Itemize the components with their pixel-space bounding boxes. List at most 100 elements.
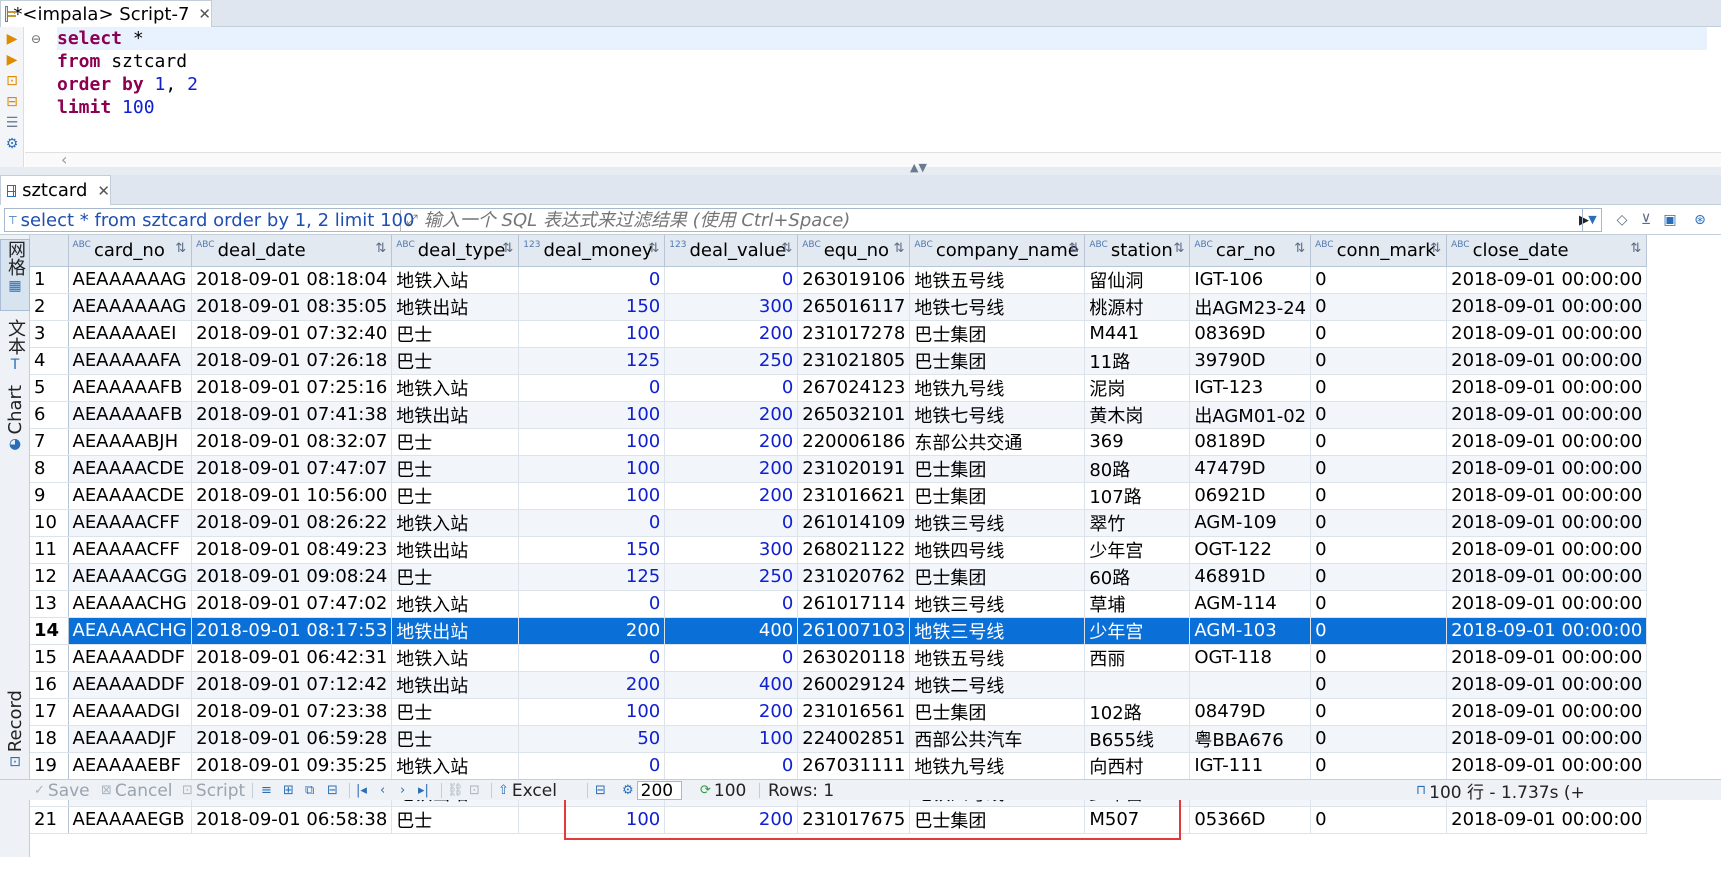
cell-close-date[interactable]: 2018-09-01 00:00:00 [1446,644,1648,672]
load-plan-icon[interactable]: ⊟ [4,94,20,110]
cell-card-no[interactable]: AEAAAADJF [68,725,193,753]
cell-equ-no[interactable]: 267031111 [797,752,911,780]
cell-conn-mark[interactable]: 0 [1310,725,1448,753]
table-row[interactable]: 17 AEAAAADGI 2018-09-01 07:23:38 巴士 100 200 23… [30,698,1648,726]
previous-row-button[interactable]: ‹ [380,780,385,801]
row-number[interactable]: 10 [30,509,69,537]
cell-equ-no[interactable]: 265032101 [797,401,911,429]
row-number[interactable]: 4 [30,347,69,375]
cell-deal-type[interactable]: 巴士 [391,563,520,591]
close-icon[interactable]: ✕ [198,5,211,23]
cell-station[interactable]: 西丽 [1084,644,1191,672]
cell-conn-mark[interactable]: 0 [1310,428,1448,456]
cell-company-name[interactable]: 地铁九号线 [909,374,1086,402]
cell-equ-no[interactable]: 268021122 [797,536,911,564]
column-header-deal-value[interactable]: 123 deal_value ⇅ [664,235,799,267]
cell-deal-value[interactable]: 200 [664,698,799,726]
cell-deal-date[interactable]: 2018-09-01 06:42:31 [191,644,393,672]
pin-button[interactable]: ⊡ [469,780,480,801]
cell-deal-money[interactable]: 0 [518,590,666,618]
table-row[interactable]: 2 AEAAAAAAG 2018-09-01 08:35:05 地铁出站 150 300 2… [30,293,1648,321]
script-button[interactable]: ⊡ Script [182,780,245,801]
cell-equ-no[interactable]: 231017675 [797,806,911,834]
fetch-size-input[interactable] [636,781,682,800]
table-row[interactable]: 5 AEAAAAAFB 2018-09-01 07:25:16 地铁入站 0 0 26702… [30,374,1648,402]
cell-card-no[interactable]: AEAAAAAFB [68,374,193,402]
cell-car-no[interactable]: 39790D [1189,347,1312,375]
cell-station[interactable]: 107路 [1084,482,1191,510]
row-number[interactable]: 11 [30,536,69,564]
row-number[interactable]: 15 [30,644,69,672]
row-number[interactable]: 5 [30,374,69,402]
cell-deal-value[interactable]: 200 [664,482,799,510]
cell-deal-money[interactable]: 100 [518,455,666,483]
cell-equ-no[interactable]: 220006186 [797,428,911,456]
result-tab-sztcard[interactable]: sztcard ✕ [0,175,111,205]
cell-card-no[interactable]: AEAAAAAFB [68,401,193,429]
cell-station[interactable]: 60路 [1084,563,1191,591]
column-header-deal-type[interactable]: ABC deal_type ⇅ [391,235,520,267]
cell-conn-mark[interactable]: 0 [1310,644,1448,672]
delete-row-button[interactable]: ⊟ [327,780,338,801]
cell-deal-value[interactable]: 200 [664,428,799,456]
cell-station[interactable]: 向西村 [1084,752,1191,780]
side-tab-grid[interactable]: 网格 ▦ [0,239,30,311]
cell-car-no[interactable]: 06921D [1189,482,1312,510]
table-row[interactable]: 8 AEAAAACDE 2018-09-01 07:47:07 巴士 100 200 231… [30,455,1648,483]
editor-horizontal-scrollbar[interactable]: ‹ [25,150,1721,169]
panels-toggle-icon[interactable]: ⊛ [1692,212,1708,228]
cell-deal-type[interactable]: 地铁入站 [391,509,520,537]
cell-close-date[interactable]: 2018-09-01 00:00:00 [1446,725,1648,753]
table-row[interactable]: 21 AEAAAAEGB 2018-09-01 06:58:38 巴士 100 200 23… [30,806,1648,834]
cell-conn-mark[interactable]: 0 [1310,509,1448,537]
cell-station[interactable]: M507 [1084,806,1191,834]
cell-deal-money[interactable]: 0 [518,374,666,402]
cell-equ-no[interactable]: 263019106 [797,266,911,294]
cell-card-no[interactable]: AEAAAACHG [68,590,193,618]
cell-deal-money[interactable]: 125 [518,563,666,591]
cell-deal-money[interactable]: 100 [518,482,666,510]
cell-card-no[interactable]: AEAAAAEGB [68,806,193,834]
cell-equ-no[interactable]: 231020191 [797,455,911,483]
cell-deal-type[interactable]: 地铁入站 [391,644,520,672]
cell-company-name[interactable]: 地铁三号线 [909,590,1086,618]
execute-statement-icon[interactable]: ▶ [4,31,20,47]
cell-deal-date[interactable]: 2018-09-01 08:26:22 [191,509,393,537]
cell-card-no[interactable]: AEAAAACFF [68,509,193,537]
cell-deal-date[interactable]: 2018-09-01 07:12:42 [191,671,393,699]
cell-deal-type[interactable]: 地铁出站 [391,293,520,321]
cell-deal-value[interactable]: 300 [664,536,799,564]
cell-equ-no[interactable]: 265016117 [797,293,911,321]
next-row-button[interactable]: › [400,780,405,801]
sort-filter-icon[interactable]: ⇅ [1630,241,1641,256]
cell-car-no[interactable]: AGM-114 [1189,590,1312,618]
cell-car-no[interactable]: IGT-111 [1189,752,1312,780]
cell-deal-date[interactable]: 2018-09-01 06:58:38 [191,806,393,834]
cell-conn-mark[interactable]: 0 [1310,806,1448,834]
cell-card-no[interactable]: AEAAAAAEI [68,320,193,348]
filter-expression-input[interactable] [423,209,1579,231]
cell-company-name[interactable]: 地铁四号线 [909,536,1086,564]
row-number[interactable]: 1 [30,266,69,294]
cell-car-no[interactable]: 05366D [1189,806,1312,834]
cell-card-no[interactable]: AEAAAABJH [68,428,193,456]
cell-station[interactable]: B655线 [1084,725,1191,753]
side-tab-record[interactable]: Record ⊡ [0,690,30,775]
cell-conn-mark[interactable]: 0 [1310,401,1448,429]
cell-company-name[interactable]: 地铁七号线 [909,293,1086,321]
cell-company-name[interactable]: 西部公共汽车 [909,725,1086,753]
cell-deal-date[interactable]: 2018-09-01 07:23:38 [191,698,393,726]
cell-deal-value[interactable]: 0 [664,509,799,537]
cell-deal-money[interactable]: 125 [518,347,666,375]
cell-deal-type[interactable]: 巴士 [391,347,520,375]
cell-close-date[interactable]: 2018-09-01 00:00:00 [1446,536,1648,564]
cell-station[interactable]: 草埔 [1084,590,1191,618]
cell-deal-type[interactable]: 地铁入站 [391,752,520,780]
cell-conn-mark[interactable]: 0 [1310,482,1448,510]
cell-car-no[interactable]: 08479D [1189,698,1312,726]
cell-deal-value[interactable]: 0 [664,266,799,294]
cell-conn-mark[interactable]: 0 [1310,455,1448,483]
cell-station[interactable] [1084,671,1191,699]
cell-deal-date[interactable]: 2018-09-01 08:49:23 [191,536,393,564]
cell-conn-mark[interactable]: 0 [1310,563,1448,591]
